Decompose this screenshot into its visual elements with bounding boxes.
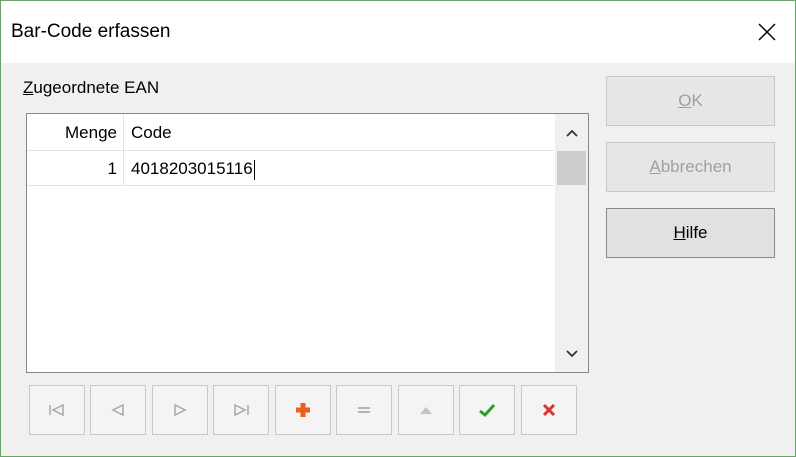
triangle-up-icon — [420, 407, 432, 414]
first-icon — [49, 403, 64, 417]
cell-menge[interactable]: 1 — [27, 151, 124, 186]
help-button-rest: ilfe — [685, 223, 708, 242]
scroll-up-button[interactable] — [555, 114, 588, 151]
cancel-button-accel: A — [649, 157, 661, 176]
close-button[interactable] — [739, 1, 795, 63]
column-header-code[interactable]: Code — [124, 114, 554, 151]
minus-icon — [358, 407, 370, 413]
scroll-down-button[interactable] — [555, 335, 588, 372]
assigned-ean-label-accel: Z — [23, 78, 34, 97]
help-button-accel: H — [673, 223, 686, 242]
cross-icon — [542, 403, 556, 417]
prior-icon — [111, 403, 124, 417]
delete-record-button[interactable] — [336, 385, 392, 435]
first-record-button[interactable] — [29, 385, 85, 435]
dialog-window: Bar-Code erfassen Zugeordnete EAN Menge … — [0, 0, 796, 457]
cell-code-editor[interactable]: 4018203015116 — [124, 151, 554, 186]
title-bar: Bar-Code erfassen — [1, 1, 795, 63]
ok-button-accel: O — [678, 91, 692, 110]
close-icon — [758, 23, 776, 41]
ean-grid[interactable]: Menge Code 1 4018203015116 — [26, 113, 589, 373]
chevron-down-icon — [565, 349, 578, 357]
cell-code-value: 4018203015116 — [131, 159, 253, 178]
plus-icon — [296, 403, 310, 417]
last-icon — [234, 403, 249, 417]
ok-button-rest: K — [691, 91, 703, 110]
record-navigator — [29, 385, 589, 435]
table-row[interactable]: 1 4018203015116 — [27, 151, 554, 186]
scroll-thumb[interactable] — [557, 151, 586, 185]
window-title: Bar-Code erfassen — [11, 21, 171, 42]
prior-record-button[interactable] — [90, 385, 146, 435]
insert-record-button[interactable] — [275, 385, 331, 435]
last-record-button[interactable] — [213, 385, 269, 435]
grid-header: Menge Code — [27, 114, 554, 151]
assigned-ean-label: Zugeordnete EAN — [23, 78, 159, 98]
assigned-ean-label-rest: ugeordnete EAN — [33, 78, 160, 97]
next-icon — [174, 403, 187, 417]
cancel-record-button[interactable] — [521, 385, 577, 435]
post-record-button[interactable] — [459, 385, 515, 435]
edit-record-button[interactable] — [398, 385, 454, 435]
ok-button[interactable]: OK — [606, 76, 775, 126]
help-button[interactable]: Hilfe — [606, 208, 775, 258]
cancel-button[interactable]: Abbrechen — [606, 142, 775, 192]
checkmark-icon — [479, 403, 496, 418]
chevron-up-icon — [565, 129, 578, 137]
cancel-button-rest: bbrechen — [660, 157, 732, 176]
next-record-button[interactable] — [152, 385, 208, 435]
column-header-menge[interactable]: Menge — [27, 114, 124, 151]
vertical-scrollbar[interactable] — [555, 114, 588, 372]
text-caret — [253, 159, 255, 180]
